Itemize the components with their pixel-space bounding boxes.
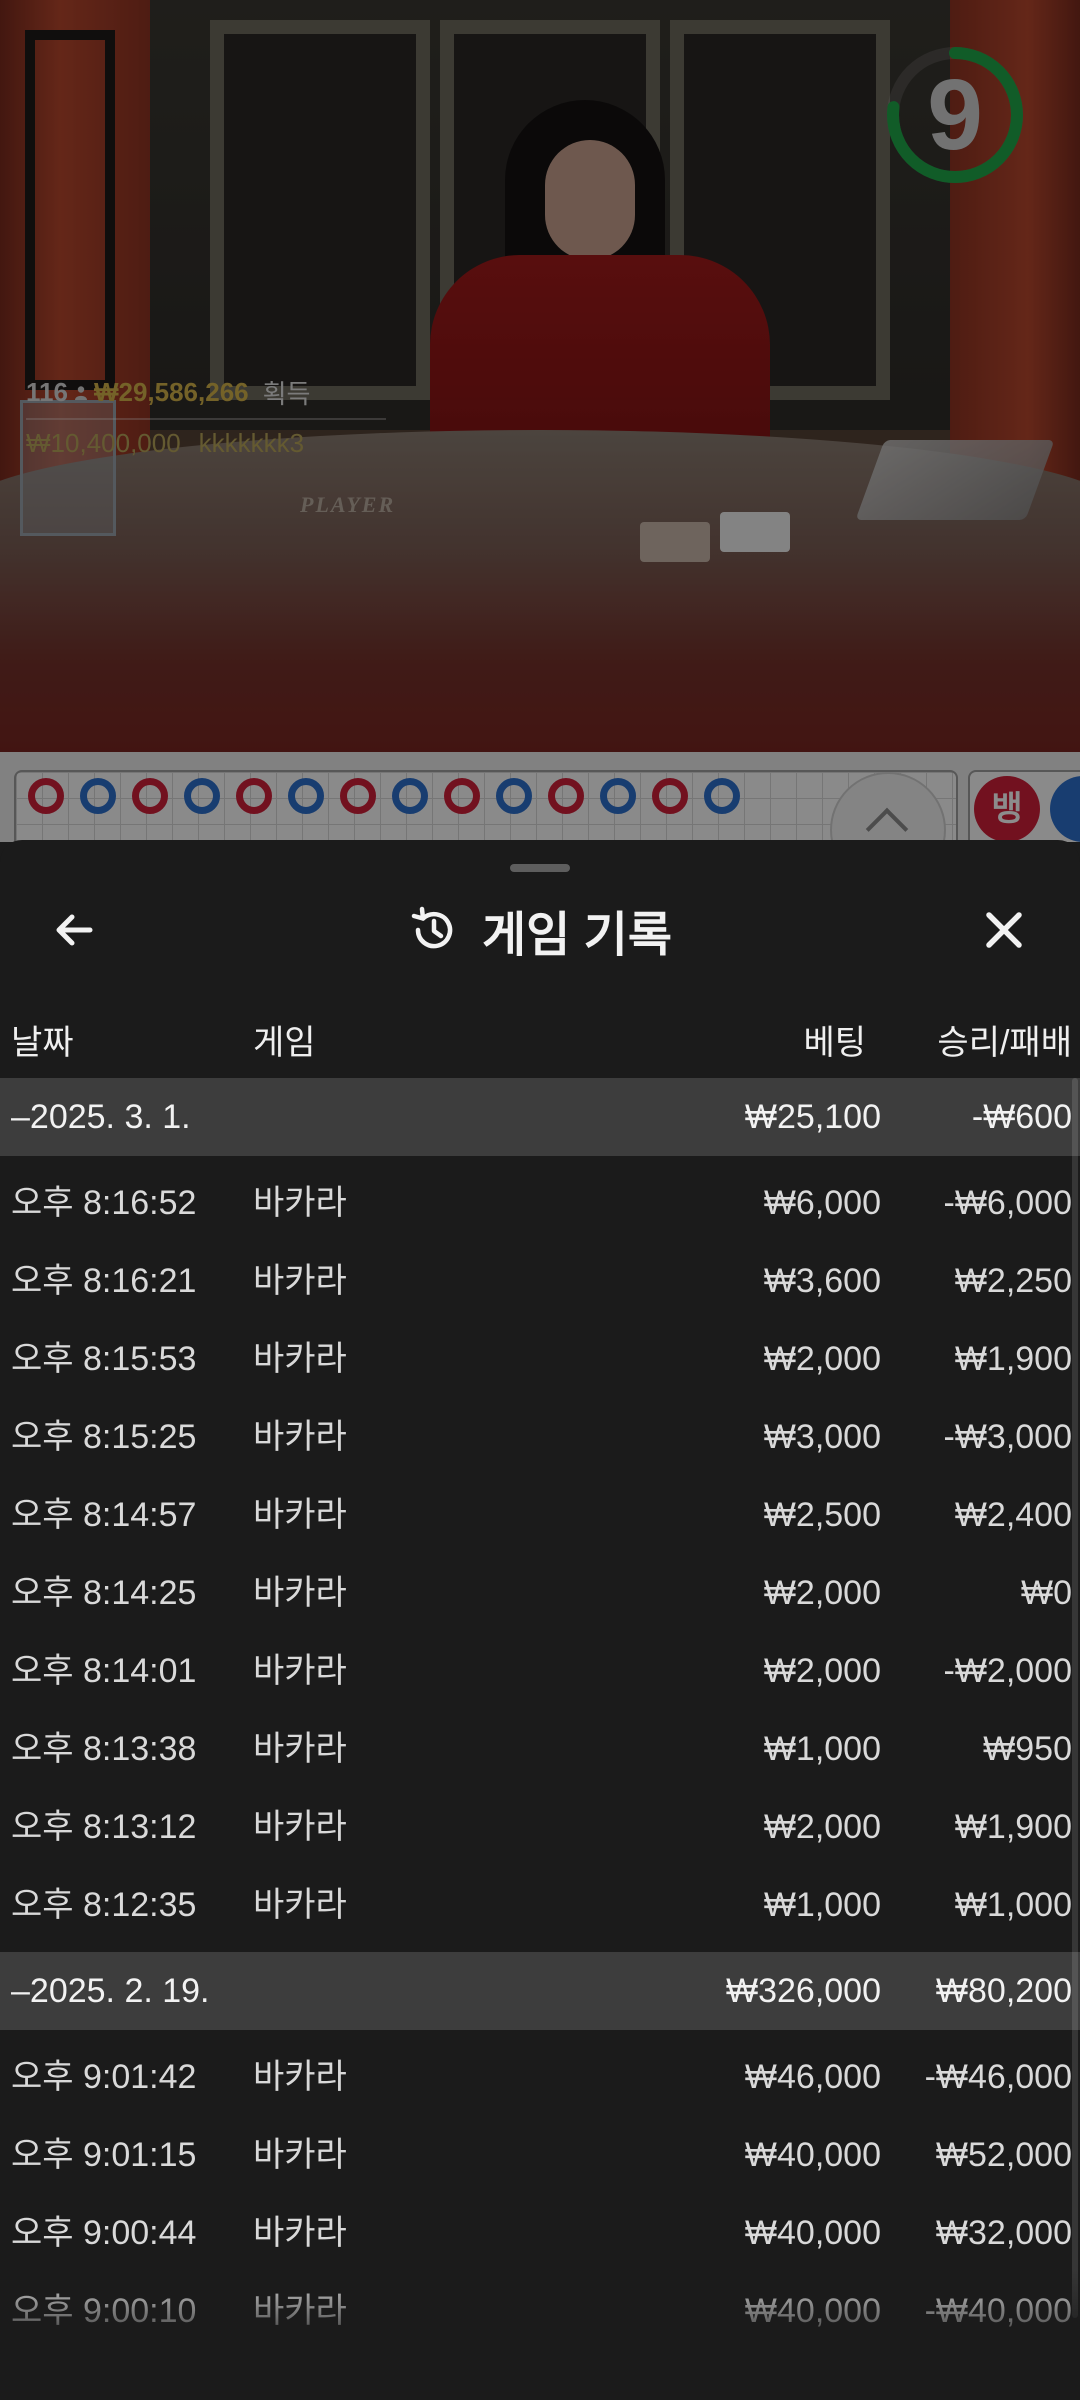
row-game: 바카라 [253, 1574, 347, 1612]
row-game: 바카라 [253, 1418, 347, 1456]
row-game: 바카라 [253, 2058, 347, 2096]
row-game: 바카라 [253, 1496, 347, 1534]
row-bet: ₩40,000 [744, 2136, 881, 2174]
row-game: 바카라 [253, 1652, 347, 1690]
row-result: -₩6,000 [943, 1184, 1073, 1222]
sheet-header: 게임 기록 [0, 892, 1080, 968]
row-result: ₩0 [1021, 1574, 1072, 1612]
row-result: ₩950 [983, 1730, 1072, 1768]
date-group-row[interactable]: –2025. 3. 1. ₩25,100 -₩600 [0, 1078, 1080, 1156]
row-result: ₩1,000 [954, 1886, 1072, 1924]
row-bet: ₩1,000 [763, 1886, 881, 1924]
column-game: 게임 [253, 1024, 316, 1062]
row-time: 오후 8:15:25 [11, 1418, 197, 1456]
scrollbar[interactable] [1072, 1078, 1078, 2318]
row-result: -₩2,000 [943, 1652, 1073, 1690]
history-row[interactable]: 오후 8:14:25 바카라 ₩2,000 ₩0 [0, 1554, 1080, 1632]
row-time: 오후 8:13:38 [11, 1730, 197, 1768]
row-bet: ₩46,000 [744, 2058, 881, 2096]
column-date: 날짜 [11, 1024, 74, 1062]
history-row[interactable]: 오후 9:01:15 바카라 ₩40,000 ₩52,000 [0, 2116, 1080, 2194]
row-result: ₩1,900 [954, 1808, 1072, 1846]
history-row[interactable]: 오후 9:00:44 바카라 ₩40,000 ₩32,000 [0, 2194, 1080, 2272]
row-time: 오후 9:00:10 [11, 2292, 197, 2330]
row-result: ₩52,000 [935, 2136, 1072, 2174]
row-result: -₩46,000 [924, 2058, 1072, 2096]
history-row[interactable]: 오후 8:12:35 바카라 ₩1,000 ₩1,000 [0, 1866, 1080, 1944]
row-result: ₩2,250 [954, 1262, 1072, 1300]
row-bet: ₩2,000 [763, 1340, 881, 1378]
history-row[interactable]: 오후 8:14:01 바카라 ₩2,000 -₩2,000 [0, 1632, 1080, 1710]
row-bet: ₩40,000 [744, 2214, 881, 2252]
close-icon [986, 912, 1022, 948]
row-result: ₩2,400 [954, 1496, 1072, 1534]
row-time: 오후 8:14:25 [11, 1574, 197, 1612]
row-bet: ₩2,000 [763, 1574, 881, 1612]
row-bet: ₩2,500 [763, 1496, 881, 1534]
history-row[interactable]: 오후 8:16:21 바카라 ₩3,600 ₩2,250 [0, 1242, 1080, 1320]
row-game: 바카라 [253, 1730, 347, 1768]
row-bet: ₩1,000 [763, 1730, 881, 1768]
drag-handle[interactable] [510, 864, 570, 872]
group-date: –2025. 2. 19. [11, 1972, 210, 2010]
modal-backdrop[interactable] [0, 0, 1080, 842]
history-row[interactable]: 오후 8:15:25 바카라 ₩3,000 -₩3,000 [0, 1398, 1080, 1476]
group-bet-total: ₩25,100 [744, 1098, 881, 1136]
row-time: 오후 9:00:44 [11, 2214, 197, 2252]
row-game: 바카라 [253, 2136, 347, 2174]
group-date: –2025. 3. 1. [11, 1098, 191, 1136]
row-bet: ₩3,000 [763, 1418, 881, 1456]
row-time: 오후 8:12:35 [11, 1886, 197, 1924]
row-game: 바카라 [253, 1262, 347, 1300]
row-time: 오후 8:15:53 [11, 1340, 197, 1378]
row-game: 바카라 [253, 2214, 347, 2252]
row-bet: ₩6,000 [763, 1184, 881, 1222]
history-row[interactable]: 오후 9:01:42 바카라 ₩46,000 -₩46,000 [0, 2038, 1080, 2116]
history-row[interactable]: 오후 8:14:57 바카라 ₩2,500 ₩2,400 [0, 1476, 1080, 1554]
group-bet-total: ₩326,000 [726, 1972, 881, 2010]
row-bet: ₩2,000 [763, 1808, 881, 1846]
history-row[interactable]: 오후 8:15:53 바카라 ₩2,000 ₩1,900 [0, 1320, 1080, 1398]
row-game: 바카라 [253, 2292, 347, 2330]
row-time: 오후 9:01:15 [11, 2136, 197, 2174]
row-time: 오후 8:16:21 [11, 1262, 197, 1300]
history-row[interactable]: 오후 8:16:52 바카라 ₩6,000 -₩6,000 [0, 1164, 1080, 1242]
row-game: 바카라 [253, 1184, 347, 1222]
date-group-row[interactable]: –2025. 2. 19. ₩326,000 ₩80,200 [0, 1952, 1080, 2030]
row-bet: ₩3,600 [763, 1262, 881, 1300]
row-result: ₩1,900 [954, 1340, 1072, 1378]
history-icon [411, 906, 453, 949]
column-result: 승리/패배 [937, 1024, 1072, 1062]
history-list[interactable]: –2025. 3. 1. ₩25,100 -₩600 오후 8:16:52 바카라 ₩6,… [0, 1078, 1080, 2350]
column-bet: 베팅 [803, 1024, 866, 1062]
close-button[interactable] [974, 900, 1034, 960]
row-time: 오후 8:13:12 [11, 1808, 197, 1846]
row-result: ₩32,000 [935, 2214, 1072, 2252]
group-result-total: -₩600 [971, 1098, 1072, 1136]
group-result-total: ₩80,200 [935, 1972, 1072, 2010]
row-time: 오후 9:01:42 [11, 2058, 197, 2096]
history-row[interactable]: 오후 9:00:10 바카라 ₩40,000 -₩40,000 [0, 2272, 1080, 2350]
row-bet: ₩40,000 [744, 2292, 881, 2330]
table-header: 날짜 게임 베팅 승리/패배 [0, 1008, 1080, 1078]
row-time: 오후 8:14:01 [11, 1652, 197, 1690]
row-game: 바카라 [253, 1340, 347, 1378]
row-result: -₩3,000 [943, 1418, 1073, 1456]
row-time: 오후 8:14:57 [11, 1496, 197, 1534]
history-row[interactable]: 오후 8:13:38 바카라 ₩1,000 ₩950 [0, 1710, 1080, 1788]
row-game: 바카라 [253, 1886, 347, 1924]
history-row[interactable]: 오후 8:13:12 바카라 ₩2,000 ₩1,900 [0, 1788, 1080, 1866]
row-result: -₩40,000 [924, 2292, 1072, 2330]
sheet-title: 게임 기록 [482, 909, 672, 962]
row-game: 바카라 [253, 1808, 347, 1846]
row-time: 오후 8:16:52 [11, 1184, 197, 1222]
row-bet: ₩2,000 [763, 1652, 881, 1690]
